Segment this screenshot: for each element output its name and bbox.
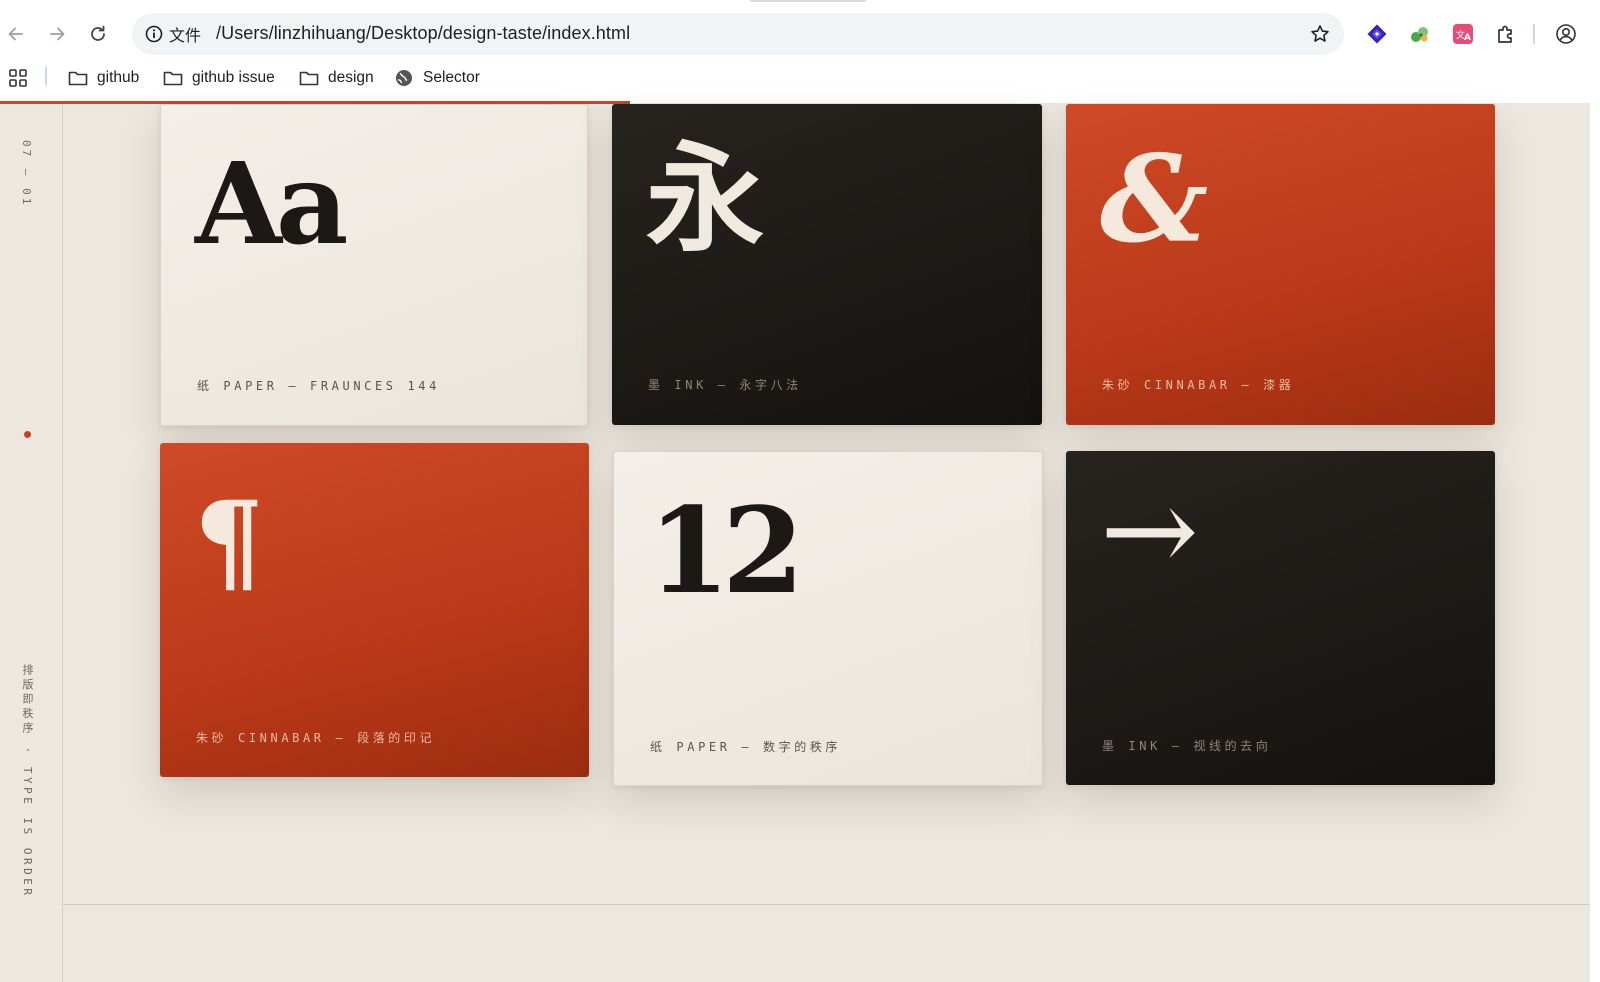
info-icon (145, 25, 163, 43)
bookmark-label: github issue (192, 69, 275, 86)
apps-button[interactable] (8, 65, 28, 91)
folder-icon (163, 71, 183, 86)
extension-diamond[interactable] (1364, 21, 1390, 47)
profile-button[interactable] (1553, 21, 1579, 47)
card-ink-yong[interactable]: 永 墨 INK — 永字八法 (612, 104, 1042, 425)
folder-icon (299, 71, 319, 86)
translate-icon: 文A (1453, 24, 1473, 44)
bookmark-selector[interactable]: Selector (394, 65, 480, 91)
card-caption: 纸 PAPER — 数字的秩序 (650, 740, 842, 754)
side-rail: 07 — 01 排版即秩序 · TYPE IS ORDER (0, 104, 63, 982)
bookmark-label: Selector (423, 69, 480, 86)
card-caption: 朱砂 CINNABAR — 段落的印记 (196, 731, 436, 745)
card-glyph: 12 (648, 481, 804, 620)
card-ink-arrow[interactable]: → 墨 INK — 视线的去向 (1066, 451, 1495, 785)
apps-grid-icon (9, 69, 27, 87)
card-caption: 墨 INK — 视线的去向 (1102, 739, 1272, 753)
card-caption: 墨 INK — 永字八法 (648, 378, 802, 392)
site-info-chip[interactable]: 文件 (142, 22, 211, 46)
bookmark-label: github (97, 69, 140, 86)
puzzle-icon (1498, 25, 1512, 43)
folder-icon (68, 71, 88, 86)
window-edge (1590, 0, 1600, 982)
forward-arrow-icon (50, 27, 65, 41)
bookmarks-bar: github github issue design Selector (0, 62, 1590, 94)
bookmark-github-issue[interactable]: github issue (163, 65, 275, 91)
card-paper-aa[interactable]: Aa 纸 PAPER — FRAUNCES 144 (160, 104, 588, 426)
svg-text:A: A (1464, 33, 1471, 43)
reload-icon (91, 25, 105, 41)
card-glyph: → (1100, 461, 1199, 599)
page-index: 07 — 01 (20, 140, 33, 208)
bookmarks-divider (45, 66, 47, 86)
card-cinnabar-pilcrow[interactable]: ¶ 朱砂 CINNABAR — 段落的印记 (160, 443, 589, 777)
card-paper-twelve[interactable]: 12 纸 PAPER — 数字的秩序 (613, 451, 1043, 786)
extension-puzzle-green[interactable] (1407, 21, 1433, 47)
extension-translate[interactable]: 文A (1450, 21, 1476, 47)
extensions-menu-button[interactable] (1493, 21, 1519, 47)
bookmark-label: design (328, 69, 374, 86)
reload-button[interactable] (82, 18, 114, 50)
forward-button[interactable] (41, 18, 73, 50)
card-caption: 朱砂 CINNABAR — 漆器 (1102, 378, 1295, 392)
toolbar-divider (1533, 24, 1535, 44)
card-glyph: Aa (195, 139, 348, 270)
address-bar[interactable]: 文件 /Users/linzhihuang/Desktop/design-tas… (132, 13, 1344, 55)
account-icon (1556, 24, 1576, 44)
card-glyph: 永 (646, 130, 765, 268)
active-section-dot[interactable] (24, 431, 31, 438)
browser-toolbar: 文件 /Users/linzhihuang/Desktop/design-tas… (0, 0, 1590, 103)
globe-icon (396, 70, 412, 86)
bookmark-design[interactable]: design (299, 65, 374, 91)
back-arrow-icon (8, 27, 23, 41)
bundle-extension-icon (1411, 27, 1428, 42)
bookmark-github[interactable]: github (68, 65, 139, 91)
rail-tagline: 排版即秩序 · TYPE IS ORDER (21, 664, 34, 899)
card-cinnabar-ampersand[interactable]: & 朱砂 CINNABAR — 漆器 (1066, 104, 1495, 425)
bookmark-star-button[interactable] (1308, 22, 1332, 46)
star-icon (1311, 25, 1329, 42)
card-caption: 纸 PAPER — FRAUNCES 144 (197, 379, 440, 393)
url-text[interactable]: /Users/linzhihuang/Desktop/design-taste/… (216, 23, 630, 44)
section-divider (62, 904, 1590, 905)
tab-strip-edge (750, 0, 866, 2)
diamond-extension-icon (1367, 24, 1387, 44)
site-info-label: 文件 (169, 28, 202, 45)
card-glyph: ¶ (194, 477, 264, 606)
back-button[interactable] (0, 18, 32, 50)
card-glyph: & (1100, 129, 1209, 270)
